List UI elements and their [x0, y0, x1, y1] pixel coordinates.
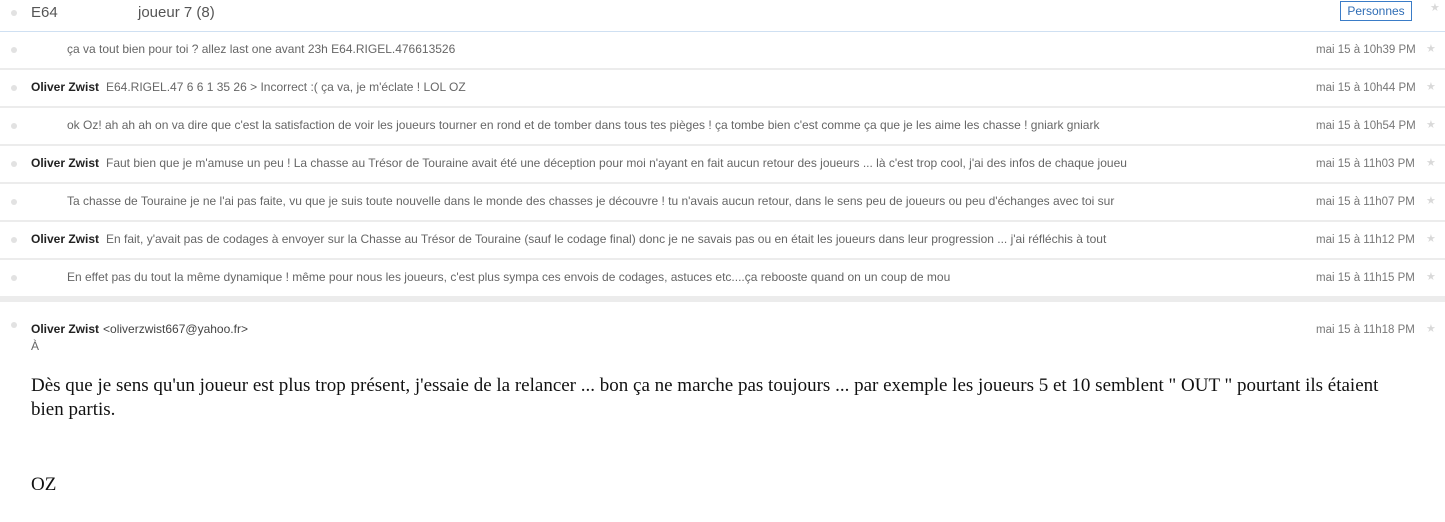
sender-name[interactable]: Oliver Zwist	[31, 322, 99, 336]
message-date: mai 15 à 11h07 PM	[1316, 196, 1415, 208]
subject-title: joueur 7 (8)	[138, 4, 215, 21]
dot-icon	[11, 10, 17, 16]
message-row[interactable]: Ta chasse de Touraine je ne l'ai pas fai…	[0, 184, 1445, 222]
star-icon[interactable]: ★	[1426, 196, 1436, 207]
to-label: À	[31, 339, 40, 353]
message-row[interactable]: Oliver Zwist En fait, y'avait pas de cod…	[0, 222, 1445, 260]
message-snippet: En effet pas du tout la même dynamique !…	[67, 270, 951, 284]
message-signature: OZ	[31, 474, 57, 495]
from-line: Oliver Zwist <oliverzwist667@yahoo.fr>	[31, 322, 248, 336]
message-sender: Oliver Zwist	[31, 80, 100, 94]
message-sender: Oliver Zwist	[31, 156, 100, 170]
message-snippet: Faut bien que je m'amuse un peu ! La cha…	[106, 156, 1127, 170]
conversation-header: E64 joueur 7 (8) Personnes ★	[0, 0, 1445, 32]
message-thread: ça va tout bien pour toi ? allez last on…	[0, 32, 1445, 522]
open-message: Oliver Zwist <oliverzwist667@yahoo.fr> À …	[0, 302, 1445, 522]
dot-icon	[11, 47, 17, 53]
message-body: Dès que je sens qu'un joueur est plus tr…	[31, 375, 1379, 420]
star-icon[interactable]: ★	[1426, 272, 1436, 283]
dot-icon	[11, 161, 17, 167]
message-snippet: En fait, y'avait pas de codages à envoye…	[106, 232, 1107, 246]
message-date: mai 15 à 10h54 PM	[1316, 120, 1416, 132]
star-icon[interactable]: ★	[1430, 3, 1440, 14]
message-date: mai 15 à 11h12 PM	[1316, 234, 1415, 246]
message-row[interactable]: Oliver Zwist Faut bien que je m'amuse un…	[0, 146, 1445, 184]
star-icon[interactable]: ★	[1426, 324, 1436, 335]
dot-icon	[11, 275, 17, 281]
message-snippet: ok Oz! ah ah ah on va dire que c'est la …	[67, 118, 1100, 132]
message-date: mai 15 à 11h03 PM	[1316, 158, 1415, 170]
star-icon[interactable]: ★	[1426, 82, 1436, 93]
star-icon[interactable]: ★	[1426, 120, 1436, 131]
message-date: mai 15 à 10h44 PM	[1316, 82, 1416, 94]
message-snippet: E64.RIGEL.47 6 6 1 35 26 > Incorrect :( …	[106, 80, 466, 94]
message-date: mai 15 à 11h15 PM	[1316, 272, 1415, 284]
sender-email[interactable]: <oliverzwist667@yahoo.fr>	[103, 322, 248, 336]
dot-icon	[11, 199, 17, 205]
message-sender: Oliver Zwist	[31, 232, 100, 246]
subject-id: E64	[31, 4, 58, 21]
message-snippet: ça va tout bien pour toi ? allez last on…	[67, 42, 456, 56]
dot-icon	[11, 322, 17, 328]
message-row[interactable]: ça va tout bien pour toi ? allez last on…	[0, 32, 1445, 70]
star-icon[interactable]: ★	[1426, 158, 1436, 169]
message-date: mai 15 à 11h18 PM	[1316, 324, 1415, 336]
people-button[interactable]: Personnes	[1340, 1, 1412, 21]
message-snippet: Ta chasse de Touraine je ne l'ai pas fai…	[67, 194, 1115, 208]
star-icon[interactable]: ★	[1426, 234, 1436, 245]
dot-icon	[11, 237, 17, 243]
dot-icon	[11, 85, 17, 91]
message-row[interactable]: En effet pas du tout la même dynamique !…	[0, 260, 1445, 302]
message-row[interactable]: ok Oz! ah ah ah on va dire que c'est la …	[0, 108, 1445, 146]
dot-icon	[11, 123, 17, 129]
star-icon[interactable]: ★	[1426, 44, 1436, 55]
message-row[interactable]: Oliver Zwist E64.RIGEL.47 6 6 1 35 26 > …	[0, 70, 1445, 108]
message-date: mai 15 à 10h39 PM	[1316, 44, 1416, 56]
